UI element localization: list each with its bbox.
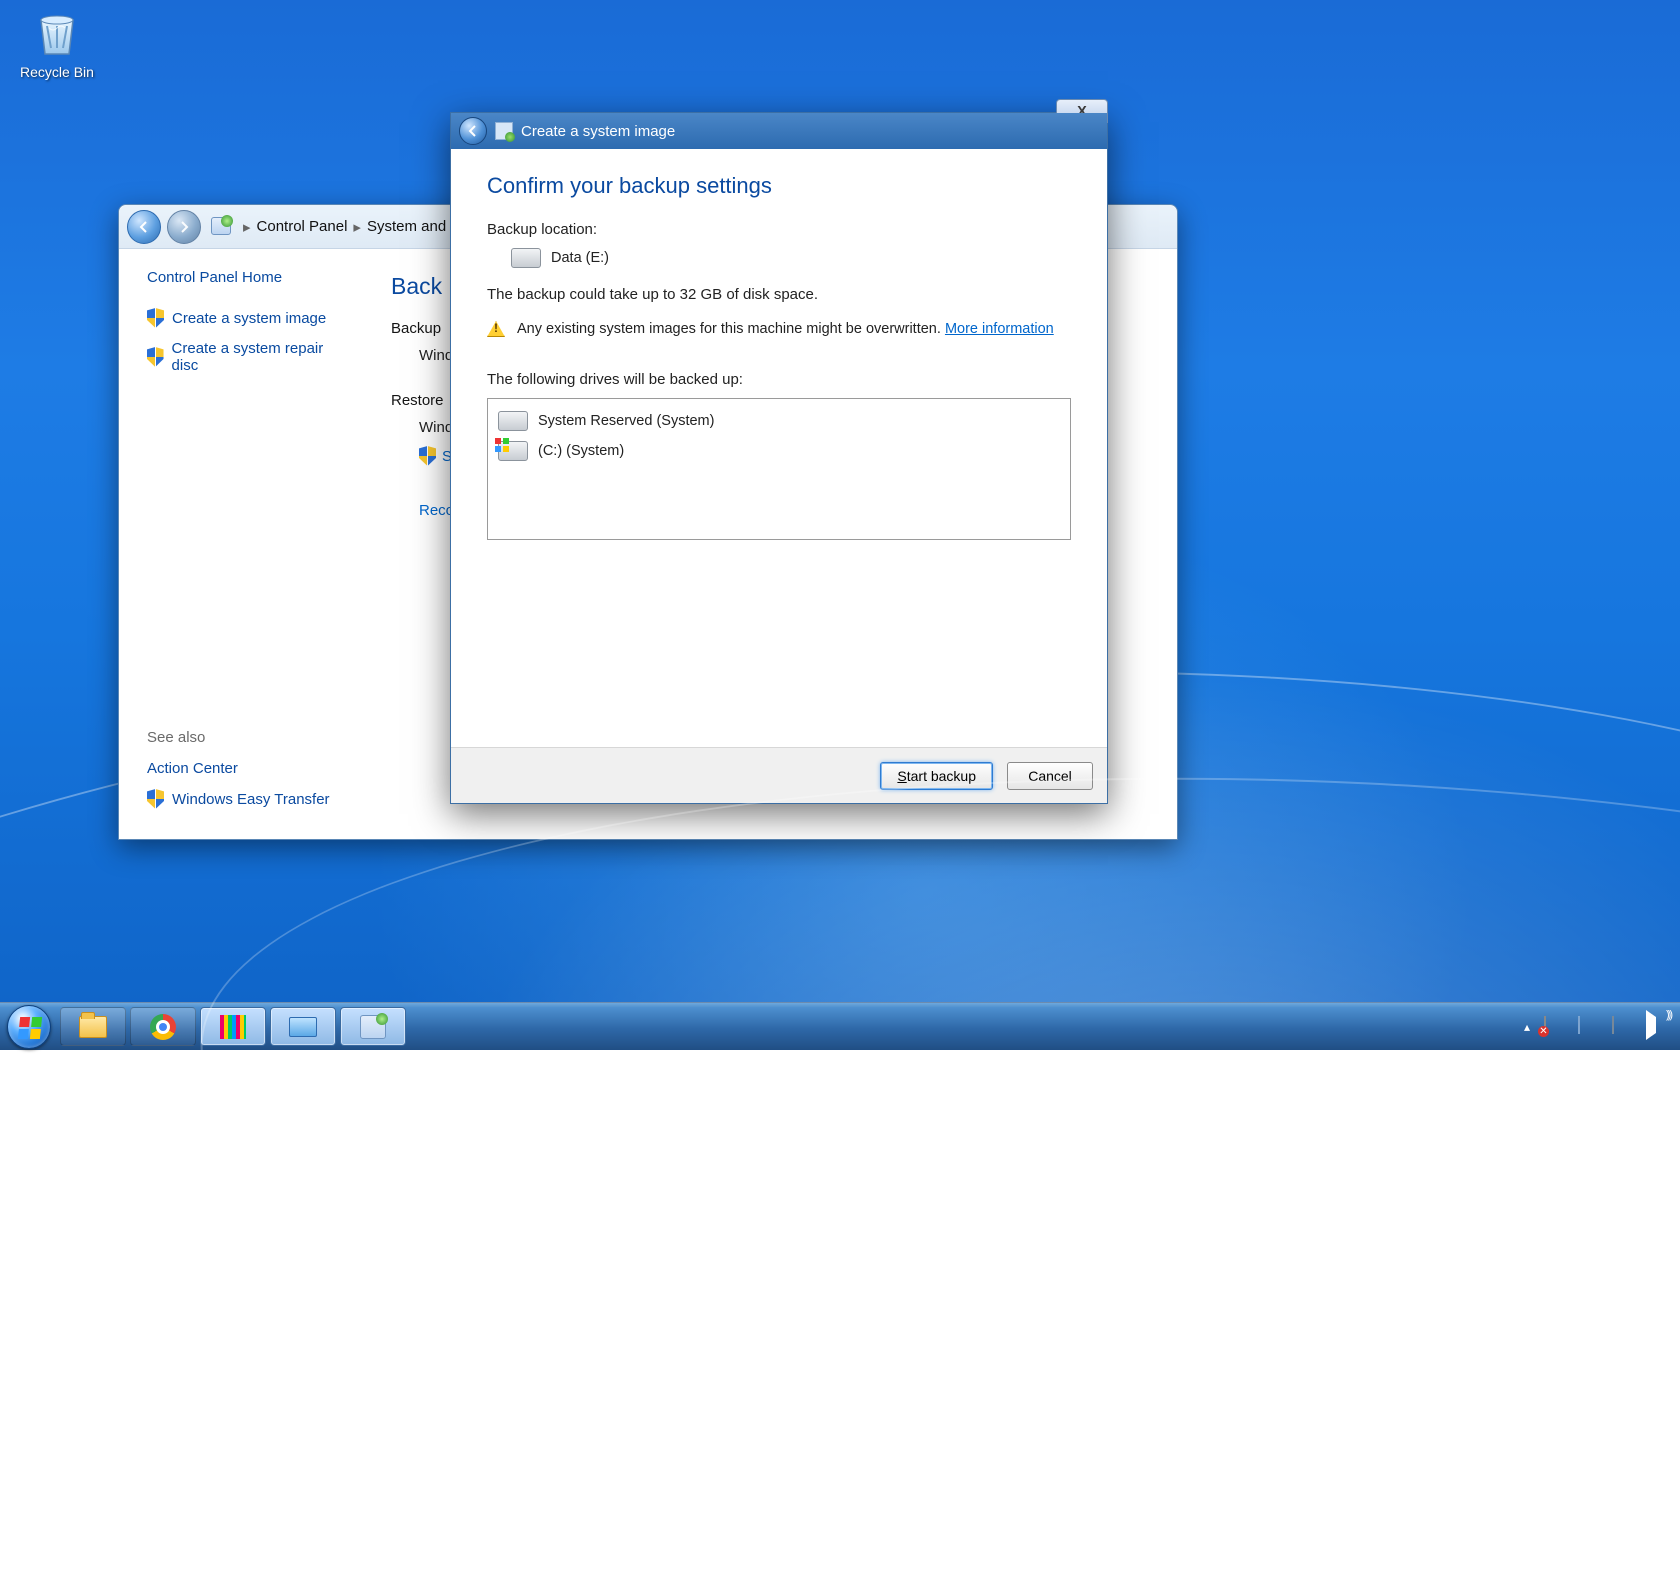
recycle-bin[interactable]: Recycle Bin — [12, 8, 102, 80]
drive-name: System Reserved (System) — [538, 413, 714, 429]
drive-list-item: System Reserved (System) — [498, 411, 1064, 431]
app-icon — [220, 1015, 246, 1039]
nav-back-button[interactable] — [127, 210, 161, 244]
wizard-titlebar[interactable]: Create a system image — [451, 113, 1107, 149]
backup-location-label: Backup location: — [487, 221, 1071, 238]
shield-icon — [147, 347, 164, 367]
breadcrumb[interactable]: ▸ Control Panel ▸ System and Se — [243, 218, 469, 236]
drive-icon — [511, 248, 541, 268]
drive-icon — [498, 411, 528, 431]
wizard-back-button[interactable] — [459, 117, 487, 145]
cancel-button[interactable]: Cancel — [1007, 762, 1093, 790]
control-panel-home-link[interactable]: Control Panel Home — [147, 269, 349, 286]
shield-icon — [147, 308, 164, 328]
wizard-title-text: Create a system image — [521, 123, 675, 140]
wizard-footer: Start backup Cancel — [451, 747, 1107, 803]
button-label-rest: tart backup — [907, 768, 976, 784]
folder-icon — [79, 1016, 107, 1038]
backup-location-value: Data (E:) — [551, 250, 609, 266]
drive-name: (C:) (System) — [538, 443, 624, 459]
taskbar: ▴ — [0, 1002, 1680, 1050]
tray-volume-icon[interactable] — [1646, 1017, 1666, 1037]
sidebar-create-repair-disc[interactable]: Create a system repair disc — [147, 340, 349, 374]
drives-list: System Reserved (System) (C:) (System) — [487, 398, 1071, 540]
mnemonic: S — [897, 768, 906, 784]
see-also-easy-transfer[interactable]: Windows Easy Transfer — [147, 789, 367, 809]
sidebar-item-label: Create a system image — [172, 310, 326, 327]
tray-show-hidden-icons[interactable]: ▴ — [1524, 1020, 1530, 1034]
overwrite-warning-row: Any existing system images for this mach… — [487, 321, 1071, 337]
taskbar-backup-wizard[interactable] — [340, 1007, 406, 1046]
recycle-bin-label: Recycle Bin — [12, 64, 102, 80]
drive-icon — [498, 441, 528, 461]
start-orb-icon — [7, 1005, 51, 1049]
tray-onedrive-icon[interactable] — [1578, 1017, 1598, 1037]
backup-location-value-row: Data (E:) — [511, 248, 1071, 268]
recycle-bin-icon — [31, 8, 83, 60]
wizard-body: Confirm your backup settings Backup loca… — [451, 149, 1107, 747]
see-also-header: See also — [147, 729, 367, 746]
link-label: Action Center — [147, 760, 238, 777]
control-panel-icon — [289, 1017, 317, 1037]
create-system-image-window: X Create a system image Confirm your bac… — [450, 112, 1108, 804]
breadcrumb-root[interactable]: Control Panel — [257, 218, 348, 235]
shield-icon — [147, 789, 164, 809]
system-tray: ▴ — [1510, 1003, 1680, 1050]
chrome-icon — [150, 1014, 176, 1040]
system-image-icon — [495, 122, 513, 140]
sidebar-item-label: Create a system repair disc — [172, 340, 349, 374]
see-also-section: See also Action Center Windows Easy Tran… — [147, 729, 367, 821]
taskbar-app-1[interactable] — [200, 1007, 266, 1046]
start-button[interactable] — [0, 1003, 58, 1050]
tray-action-center-icon[interactable] — [1544, 1017, 1564, 1037]
drives-label: The following drives will be backed up: — [487, 371, 1071, 388]
nav-forward-button[interactable] — [167, 210, 201, 244]
warning-icon — [487, 321, 505, 337]
backup-icon — [360, 1015, 386, 1039]
taskbar-chrome[interactable] — [130, 1007, 196, 1046]
start-backup-button[interactable]: Start backup — [880, 762, 993, 790]
overwrite-warning-text: Any existing system images for this mach… — [517, 321, 941, 337]
link-label: Windows Easy Transfer — [172, 791, 330, 808]
drive-list-item: (C:) (System) — [498, 441, 1064, 461]
tray-network-icon[interactable] — [1612, 1017, 1632, 1037]
control-panel-icon — [211, 217, 231, 237]
size-estimate-text: The backup could take up to 32 GB of dis… — [487, 286, 1071, 303]
sidebar-create-system-image[interactable]: Create a system image — [147, 308, 349, 328]
see-also-action-center[interactable]: Action Center — [147, 760, 367, 777]
more-information-link[interactable]: More information — [945, 321, 1054, 337]
control-panel-sidebar: Control Panel Home Create a system image… — [119, 249, 363, 839]
taskbar-explorer[interactable] — [60, 1007, 126, 1046]
shield-icon — [419, 446, 436, 466]
taskbar-control-panel[interactable] — [270, 1007, 336, 1046]
wizard-heading: Confirm your backup settings — [487, 173, 1071, 199]
